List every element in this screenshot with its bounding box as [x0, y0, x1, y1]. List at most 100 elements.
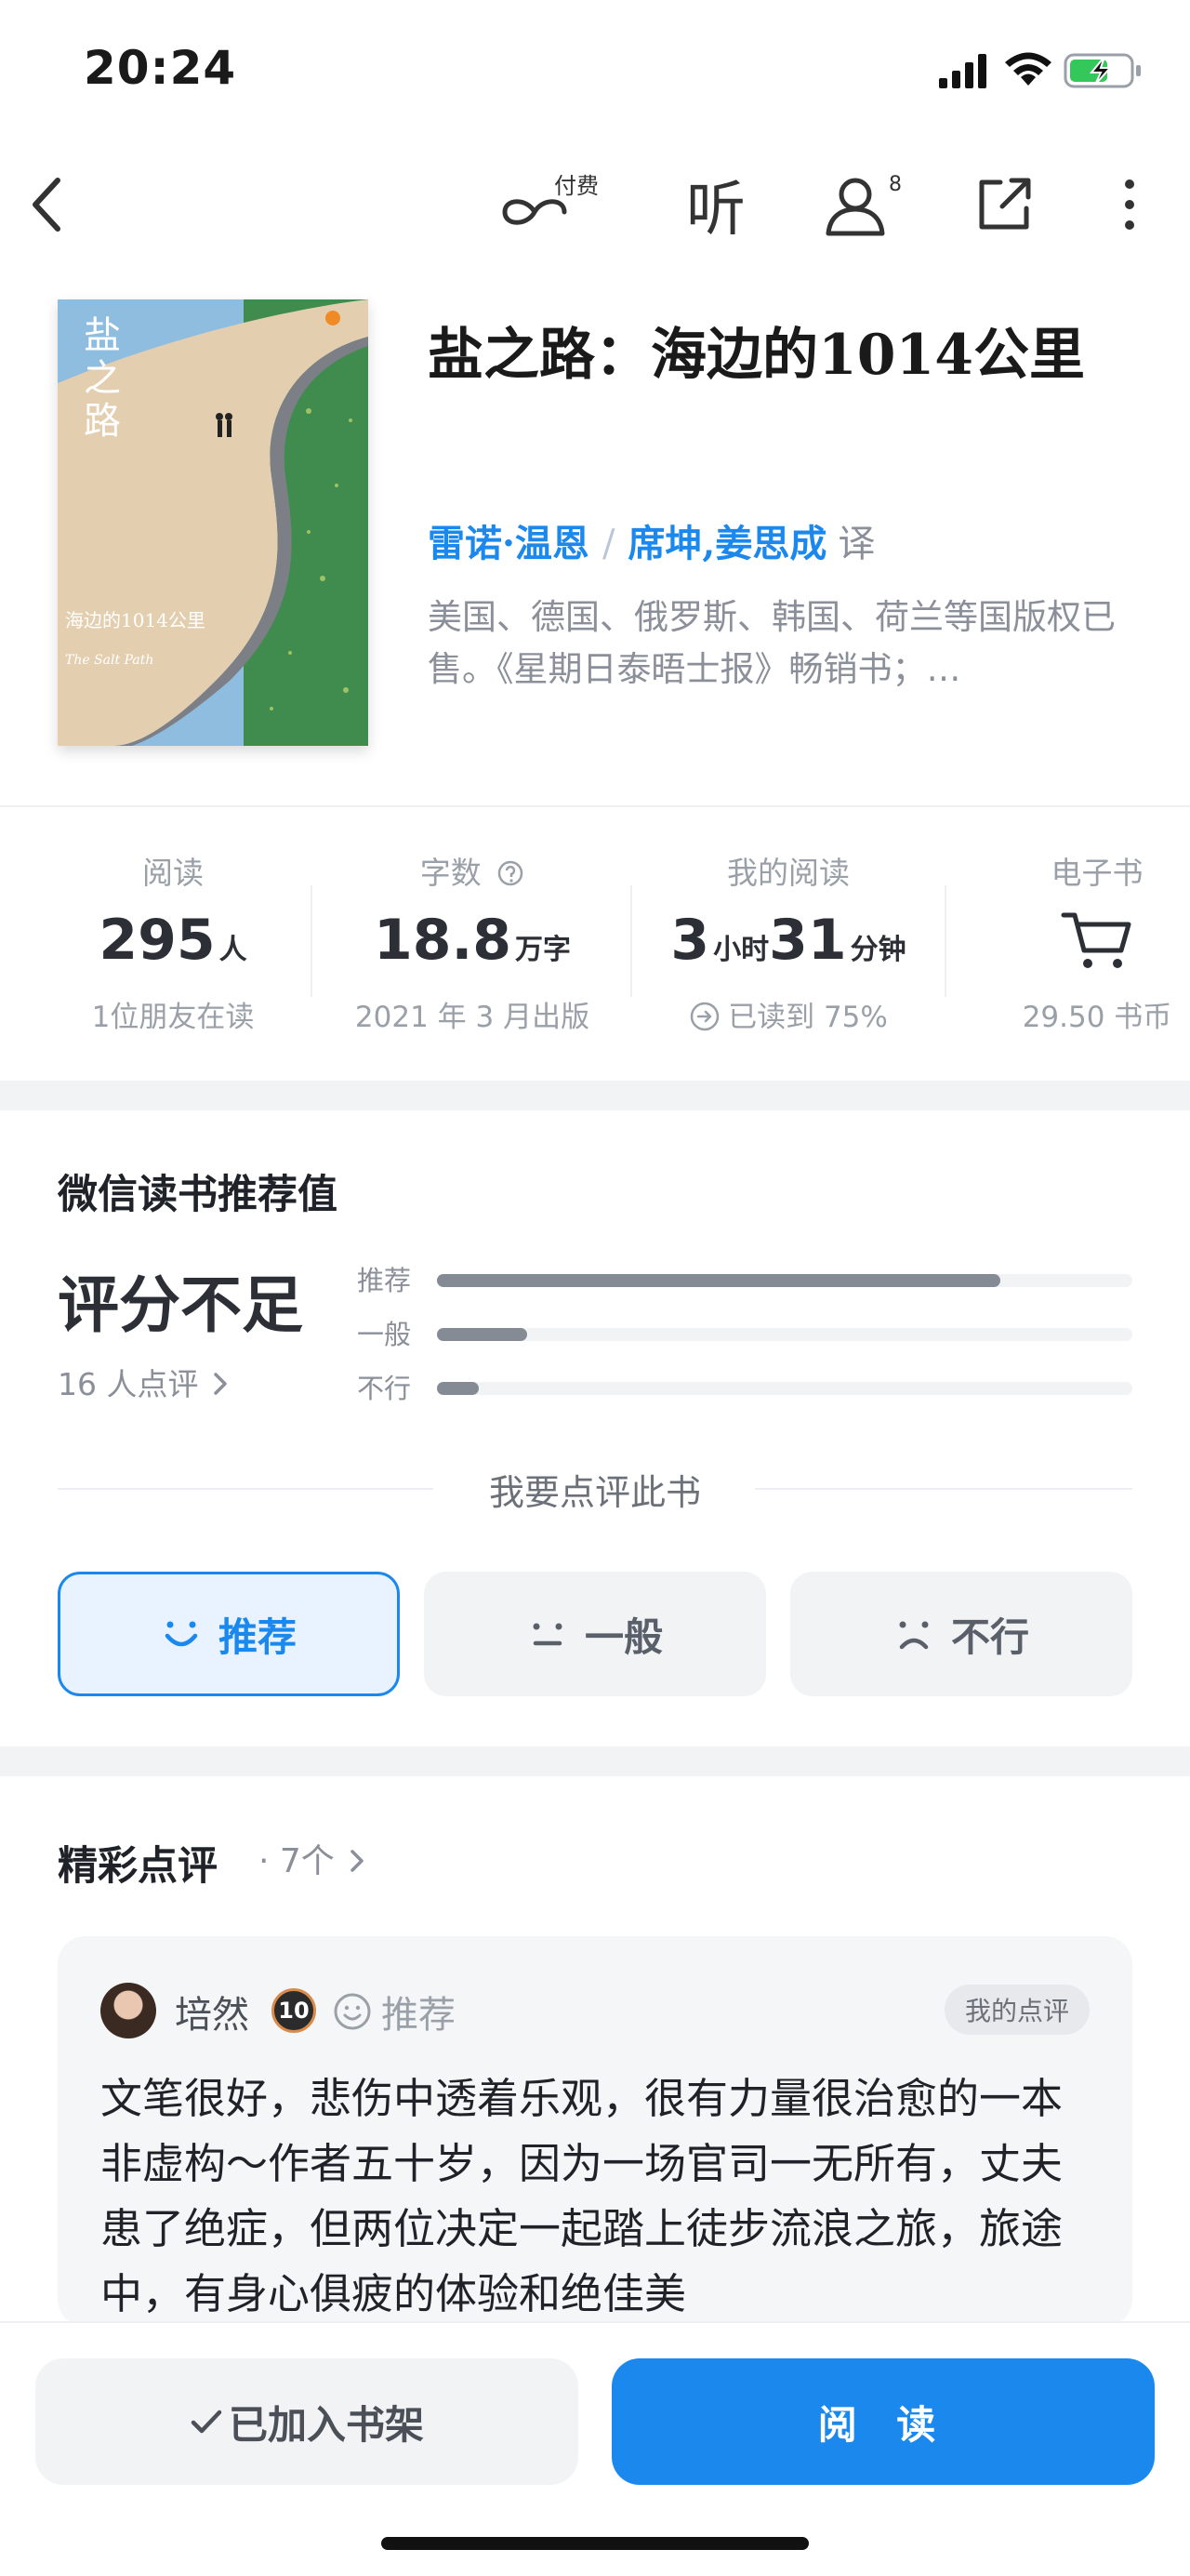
cover-title-char-3: 路 — [84, 400, 121, 443]
chevron-right-icon — [214, 1373, 227, 1395]
added-to-shelf-button[interactable]: 已加入书架 — [35, 2358, 578, 2485]
stat-my-reading-label: 我的阅读 — [727, 855, 850, 891]
bar-fill — [437, 1274, 1000, 1287]
recommend-button[interactable]: 推荐 — [58, 1572, 400, 1696]
chevron-left-icon — [33, 178, 60, 232]
bar-label: 一般 — [357, 1319, 412, 1350]
chevron-right-icon — [350, 1850, 364, 1872]
rating-bar-recommend: 推荐 — [357, 1259, 1134, 1296]
cellular-signal-icon — [939, 54, 986, 88]
cover-english: The Salt Path — [65, 653, 153, 668]
friends-count: 8 — [889, 173, 902, 196]
average-button[interactable]: 一般 — [424, 1572, 766, 1696]
cover-subtitle: 海边的1014公里 — [65, 609, 205, 631]
help-icon — [498, 860, 523, 886]
checkmark-icon — [191, 2410, 222, 2434]
bad-button[interactable]: 不行 — [790, 1572, 1132, 1696]
stat-readers[interactable]: 阅读 295 人 1位朋友在读 — [33, 848, 312, 1035]
read-button[interactable]: 阅 读 — [612, 2358, 1155, 2485]
section-gap — [0, 1081, 1190, 1110]
status-time: 20:24 — [84, 41, 237, 95]
stat-progress-sub: 已读到 75% — [728, 1001, 888, 1034]
home-indicator[interactable] — [381, 2537, 809, 2550]
stat-ebook-price: 29.50 书币 — [1022, 1001, 1172, 1034]
stat-ebook-purchase[interactable]: 电子书 29.50 书币 — [985, 848, 1190, 1035]
stat-readers-label: 阅读 — [142, 855, 204, 891]
avatar[interactable] — [100, 1983, 156, 2038]
shopping-cart-icon — [1061, 912, 1131, 968]
back-button[interactable] — [9, 167, 84, 242]
stat-divider — [630, 885, 632, 997]
rating-score: 评分不足 — [58, 1269, 303, 1341]
divider — [0, 805, 1190, 807]
stat-words-unit: 万字 — [515, 934, 572, 966]
neutral-face-icon — [533, 1623, 562, 1646]
stat-words-sub: 2021 年 3 月出版 — [354, 1001, 590, 1034]
reviews-count-link[interactable]: · 7个 — [258, 1834, 365, 1882]
translator-link[interactable]: 席坤,姜思成 — [628, 522, 826, 565]
average-label: 一般 — [584, 1613, 663, 1660]
divider — [58, 1488, 433, 1490]
stat-my-reading[interactable]: 我的阅读 3 小时31 分钟 已读到 75% — [649, 848, 928, 1035]
stat-hours-unit: 小时 — [713, 934, 770, 966]
book-title: 盐之路：海边的1014公里 — [428, 323, 1085, 388]
review-card[interactable]: 培然 10 推荐 我的点评 文笔很好，悲伤中透着乐观，很有力量很治愈的一本非虚构… — [58, 1936, 1132, 2327]
stat-divider — [945, 885, 946, 997]
recommend-label: 推荐 — [218, 1613, 297, 1660]
stat-readers-value: 295 — [99, 908, 216, 973]
author-separator: / — [602, 523, 615, 565]
status-bar: 20:24 — [0, 0, 1190, 139]
battery-charging-icon — [1064, 53, 1141, 88]
listen-button[interactable]: 听 — [679, 167, 753, 245]
cover-title-char-2: 之 — [84, 357, 121, 400]
smile-face-icon — [165, 1621, 198, 1647]
divider — [755, 1488, 1132, 1490]
stat-divider — [311, 885, 312, 997]
section-gap — [0, 1746, 1190, 1776]
translator-role: 译 — [838, 523, 876, 565]
bar-track — [437, 1382, 1132, 1395]
reviews-section-title: 精彩点评 — [58, 1843, 218, 1890]
book-cover-art: 盐 之 路 海边的1014公里 The Salt Path — [58, 299, 368, 746]
review-tag: 推荐 — [333, 1985, 456, 2038]
paid-badge: 付费 — [554, 173, 599, 199]
wifi-icon — [1005, 52, 1051, 86]
smile-face-icon — [334, 1993, 371, 2030]
book-description[interactable]: 美国、德国、俄罗斯、韩国、荷兰等国版权已售。《星期日泰晤士报》畅销书；… — [428, 591, 1116, 696]
rating-bar-bad: 不行 — [357, 1367, 1134, 1404]
level-badge: 10 — [271, 1988, 316, 2033]
read-label: 阅 读 — [817, 2401, 949, 2448]
book-cover[interactable]: 盐 之 路 海边的1014公里 The Salt Path — [58, 299, 368, 746]
bar-fill — [437, 1328, 528, 1341]
reviewer-name[interactable]: 培然 — [175, 1985, 249, 2038]
rating-section-title: 微信读书推荐值 — [58, 1172, 337, 1218]
author-link[interactable]: 雷诺·温恩 — [428, 522, 589, 565]
stat-readers-sub: 1位朋友在读 — [91, 1001, 255, 1034]
reviewers-count-link[interactable]: 16 人点评 — [58, 1360, 229, 1404]
write-review-label: 我要点评此书 — [488, 1472, 701, 1513]
listen-label: 听 — [686, 176, 746, 245]
review-text[interactable]: 文笔很好，悲伤中透着乐观，很有力量很治愈的一本非虚构～作者五十岁，因为一场官司一… — [100, 2066, 1095, 2327]
my-review-badge: 我的点评 — [944, 1985, 1090, 2035]
stat-hours-value: 3 — [670, 908, 710, 973]
reviews-count: · 7个 — [258, 1842, 335, 1880]
review-tag-label: 推荐 — [381, 1994, 456, 2037]
stat-minutes-value: 31 — [769, 908, 847, 973]
book-authors: 雷诺·温恩 / 席坤,姜思成译 — [428, 513, 875, 567]
stat-word-count[interactable]: 字数 18.8 万字 2021 年 3 月出版 — [333, 848, 612, 1035]
bar-label: 推荐 — [357, 1265, 412, 1296]
stat-words-value: 18.8 — [373, 908, 512, 973]
friends-reading-button[interactable]: 8 — [818, 167, 920, 242]
arrow-circle-icon — [690, 1002, 720, 1031]
stat-readers-unit: 人 — [218, 934, 247, 966]
share-external-icon — [979, 178, 1031, 230]
bar-track — [437, 1274, 1132, 1287]
more-options-button[interactable] — [1097, 167, 1162, 242]
cover-title-char-1: 盐 — [84, 314, 121, 357]
stat-ebook-label: 电子书 — [1051, 855, 1144, 891]
reviewers-count: 16 人点评 — [58, 1366, 199, 1402]
paid-infinite-card-button[interactable]: 付费 — [493, 167, 614, 242]
bar-fill — [437, 1382, 479, 1395]
person-icon — [826, 178, 885, 236]
share-button[interactable] — [967, 167, 1041, 242]
